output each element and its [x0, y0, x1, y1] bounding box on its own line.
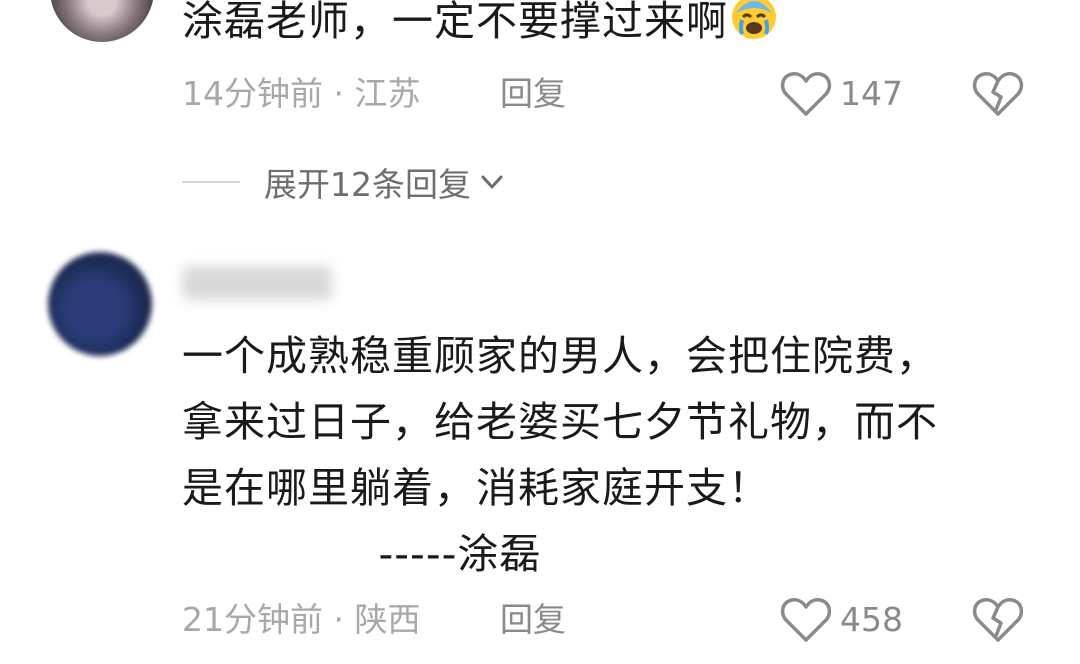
- comment-line: 是在哪里躺着，消耗家庭开支！: [182, 464, 770, 512]
- comment-text-content: 涂磊老师，一定不要撑过来啊: [182, 0, 728, 45]
- comment-line: 拿来过日子，给老婆买七夕节礼物，而不: [182, 398, 938, 446]
- heart-icon: [780, 598, 832, 642]
- username-blurred[interactable]: [182, 266, 332, 300]
- like-count: 147: [840, 74, 903, 113]
- comment-meta: 14分钟前 · 江苏 回复 147: [0, 64, 1080, 124]
- broken-heart-icon[interactable]: [972, 596, 1024, 644]
- reply-button[interactable]: 回复: [500, 64, 566, 124]
- heart-icon: [780, 72, 832, 116]
- timestamp-location: 14分钟前 · 江苏: [182, 74, 421, 113]
- expand-replies-button[interactable]: 展开12条回复: [182, 154, 507, 210]
- comment-meta: 21分钟前 · 陕西 回复 458: [0, 590, 1080, 650]
- comment-signature: -----涂磊: [182, 530, 542, 578]
- avatar[interactable]: [50, 0, 154, 42]
- like-button[interactable]: 458: [780, 590, 903, 650]
- divider-line: [182, 181, 240, 183]
- like-count: 458: [840, 600, 903, 639]
- chevron-down-icon: [481, 175, 503, 189]
- expand-replies-label: 展开12条回复: [264, 165, 471, 204]
- timestamp-location: 21分钟前 · 陕西: [182, 600, 421, 639]
- avatar[interactable]: [48, 252, 152, 356]
- broken-heart-icon[interactable]: [972, 70, 1024, 118]
- like-button[interactable]: 147: [780, 64, 903, 124]
- comment-text: 一个成熟稳重顾家的男人，会把住院费， 拿来过日子，给老婆买七夕节礼物，而不 是在…: [182, 323, 938, 587]
- comment-line: 一个成熟稳重顾家的男人，会把住院费，: [182, 332, 938, 380]
- crying-face-icon: [732, 0, 776, 39]
- comment-text: 涂磊老师，一定不要撑过来啊: [182, 0, 778, 54]
- reply-button[interactable]: 回复: [500, 590, 566, 650]
